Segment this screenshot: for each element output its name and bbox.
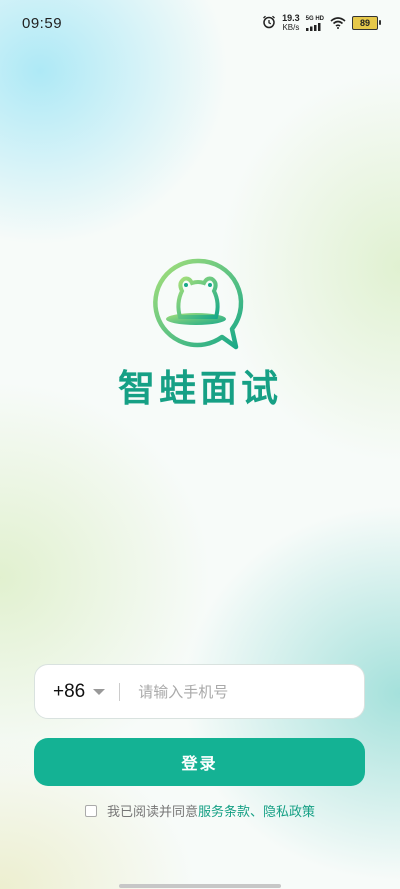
battery-icon: 89 — [352, 16, 381, 30]
speed-value: 19.3 — [282, 13, 300, 23]
agreement-row: 我已阅读并同意 服务条款 、 隐私政策 — [0, 801, 400, 820]
network-label: 5G HD — [305, 16, 324, 22]
status-bar: 09:59 19.3 KB/s 5G HD 89 — [0, 0, 400, 46]
login-button[interactable]: 登录 — [34, 738, 365, 786]
app-logo — [148, 255, 248, 355]
wifi-icon — [330, 14, 346, 33]
status-time: 09:59 — [22, 14, 63, 32]
phone-input[interactable] — [136, 681, 341, 702]
home-indicator[interactable] — [119, 884, 281, 888]
input-divider — [119, 682, 121, 701]
country-code: +86 — [53, 680, 86, 702]
signal-icon — [305, 23, 321, 31]
chevron-down-icon — [93, 688, 106, 695]
terms-link[interactable]: 服务条款 — [198, 801, 250, 820]
speed-unit: KB/s — [282, 23, 300, 32]
app-title: 智蛙面试 — [118, 367, 282, 410]
frog-logo-icon — [153, 258, 244, 350]
agreement-separator: 、 — [250, 805, 264, 820]
agreement-checkbox[interactable] — [84, 804, 97, 817]
privacy-link[interactable]: 隐私政策 — [263, 801, 315, 820]
phone-input-box: +86 — [34, 664, 365, 719]
cellular-signal: 5G HD — [305, 15, 324, 31]
status-icons: 19.3 KB/s 5G HD 89 — [262, 13, 381, 33]
network-speed: 19.3 KB/s — [282, 13, 300, 33]
country-code-selector[interactable]: +86 — [35, 680, 106, 703]
alarm-icon — [262, 14, 276, 33]
agreement-prefix: 我已阅读并同意 — [106, 805, 198, 820]
